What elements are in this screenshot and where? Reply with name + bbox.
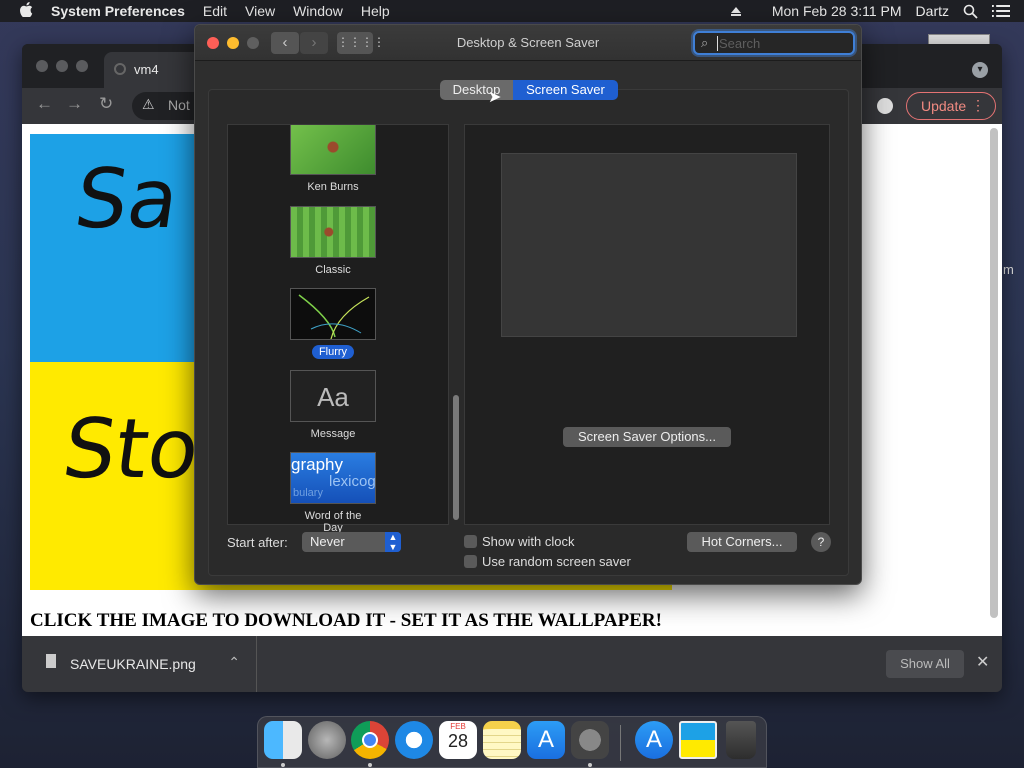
random-screen-saver-label: Use random screen saver	[482, 554, 631, 569]
menu-window[interactable]: Window	[293, 3, 343, 19]
menu-view[interactable]: View	[245, 3, 275, 19]
browser-minimize-button[interactable]	[56, 60, 68, 72]
browser-menu-dots-icon[interactable]: ⋮	[971, 97, 985, 114]
dock: FEB 28 A A	[257, 716, 767, 768]
launchpad-icon[interactable]	[308, 721, 346, 759]
download-shelf: SAVEUKRAINE.png ⌃ Show All ✕	[22, 636, 1002, 692]
running-indicator	[281, 763, 285, 767]
list-item[interactable]: Classic	[290, 206, 376, 278]
list-item[interactable]: Aa Message	[290, 370, 376, 442]
random-screen-saver-checkbox[interactable]	[464, 555, 477, 568]
tab-favicon-icon	[114, 63, 126, 75]
thumb-word-3: bulary	[293, 487, 323, 499]
not-secure-warning-icon: ⚠	[142, 96, 155, 112]
running-indicator	[368, 763, 372, 767]
screen-saver-name: Message	[310, 428, 356, 440]
search-icon: ⌕	[701, 35, 709, 50]
start-after-label: Start after:	[227, 535, 288, 550]
start-after-value: Never	[310, 534, 345, 549]
close-icon[interactable]: ✕	[976, 652, 989, 672]
list-item[interactable]: Ken Burns	[290, 125, 376, 195]
mouse-pointer-icon: ➤	[488, 89, 502, 106]
tab-control: Desktop Screen Saver	[440, 80, 618, 100]
thumb-word-1: graphy	[291, 455, 343, 474]
calendar-icon[interactable]: FEB 28	[439, 721, 477, 759]
list-item[interactable]: Flurry	[290, 288, 376, 360]
list-item[interactable]: graphy lexicog bulary Word of the Day	[290, 452, 376, 536]
thumb-message: Aa	[290, 370, 376, 422]
select-arrows-icon: ▲ ▼	[385, 532, 401, 552]
window-title-bar: ‹ › ⋮⋮⋮⋮ Desktop & Screen Saver ⌕ Search	[195, 25, 861, 61]
image-handwritten-top: Sa	[69, 152, 185, 247]
hot-corners-button[interactable]: Hot Corners...	[687, 532, 797, 552]
app-store-icon[interactable]: A	[527, 721, 565, 759]
spotlight-search-icon[interactable]	[963, 4, 978, 19]
search-input[interactable]: ⌕ Search	[693, 31, 855, 55]
update-label: Update	[921, 98, 967, 114]
control-center-icon[interactable]	[992, 4, 1010, 18]
help-button[interactable]: ?	[811, 532, 831, 552]
thumb-ken-burns	[290, 125, 376, 175]
screen-saver-list[interactable]: Ken Burns Classic Flurry Aa Message grap…	[227, 124, 449, 534]
chevron-up-icon[interactable]: ⌃	[228, 654, 240, 671]
reload-icon[interactable]: ↻	[99, 94, 113, 114]
screen-saver-name-selected: Flurry	[311, 345, 355, 359]
browser-close-button[interactable]	[36, 60, 48, 72]
thumb-word-of-the-day: graphy lexicog bulary	[290, 452, 376, 504]
screen-saver-name: Ken Burns	[307, 181, 359, 193]
download-item[interactable]: SAVEUKRAINE.png ⌃	[42, 636, 257, 692]
running-indicator	[588, 763, 592, 767]
calendar-day: 28	[447, 731, 469, 751]
safari-icon[interactable]	[395, 721, 433, 759]
saveukraine-image-icon[interactable]	[679, 721, 717, 759]
thumb-flurry	[290, 288, 376, 340]
thumb-classic	[290, 206, 376, 258]
page-scrollbar[interactable]	[990, 128, 998, 618]
show-with-clock-label: Show with clock	[482, 534, 575, 549]
screen-saver-name: Classic	[315, 264, 351, 276]
show-with-clock-checkbox[interactable]	[464, 535, 477, 548]
screen-saver-options-button[interactable]: Screen Saver Options...	[563, 427, 731, 447]
preview-area	[464, 124, 830, 525]
background-window-text: m	[1003, 262, 1014, 277]
preview-screen	[501, 153, 797, 337]
chrome-icon[interactable]	[351, 721, 389, 759]
download-filename: SAVEUKRAINE.png	[70, 656, 196, 672]
list-scrollbar[interactable]	[453, 395, 459, 520]
file-icon	[46, 654, 56, 668]
tab-desktop[interactable]: Desktop	[440, 80, 513, 100]
tab-title: vm4	[134, 62, 159, 77]
search-placeholder: Search	[717, 36, 761, 51]
thumb-word-2: lexicog	[329, 473, 376, 490]
menu-help[interactable]: Help	[361, 3, 390, 19]
app-store-downloads-icon[interactable]: A	[635, 721, 673, 759]
finder-icon[interactable]	[264, 721, 302, 759]
back-arrow-icon[interactable]: ←	[36, 94, 53, 114]
system-preferences-icon[interactable]	[571, 721, 609, 759]
eject-icon[interactable]	[730, 6, 742, 17]
forward-arrow-icon[interactable]: →	[66, 94, 83, 114]
browser-zoom-button[interactable]	[76, 60, 88, 72]
calendar-month: FEB	[450, 722, 466, 731]
tab-screen-saver[interactable]: Screen Saver	[513, 80, 618, 100]
apple-menu-icon[interactable]	[20, 1, 33, 21]
trash-icon[interactable]	[726, 721, 756, 759]
start-after-select[interactable]: Never ▲ ▼	[302, 532, 401, 552]
dock-divider	[620, 725, 621, 761]
image-handwritten-bottom: Sto	[57, 402, 206, 497]
tab-search-icon[interactable]: ▾	[972, 62, 988, 78]
menu-clock[interactable]: Mon Feb 28 3:11 PM	[772, 3, 902, 19]
notes-icon[interactable]	[483, 721, 521, 759]
update-button[interactable]: Update ⋮	[906, 92, 996, 120]
menu-app-name[interactable]: System Preferences	[51, 3, 185, 19]
profile-avatar-icon[interactable]	[877, 98, 893, 114]
show-all-button[interactable]: Show All	[886, 650, 964, 678]
menu-user[interactable]: Dartz	[916, 3, 949, 19]
page-caption: CLICK THE IMAGE TO DOWNLOAD IT - SET IT …	[30, 610, 662, 631]
menu-edit[interactable]: Edit	[203, 3, 227, 19]
system-preferences-window: ‹ › ⋮⋮⋮⋮ Desktop & Screen Saver ⌕ Search…	[194, 24, 862, 585]
menu-bar: System Preferences Edit View Window Help…	[0, 0, 1024, 22]
